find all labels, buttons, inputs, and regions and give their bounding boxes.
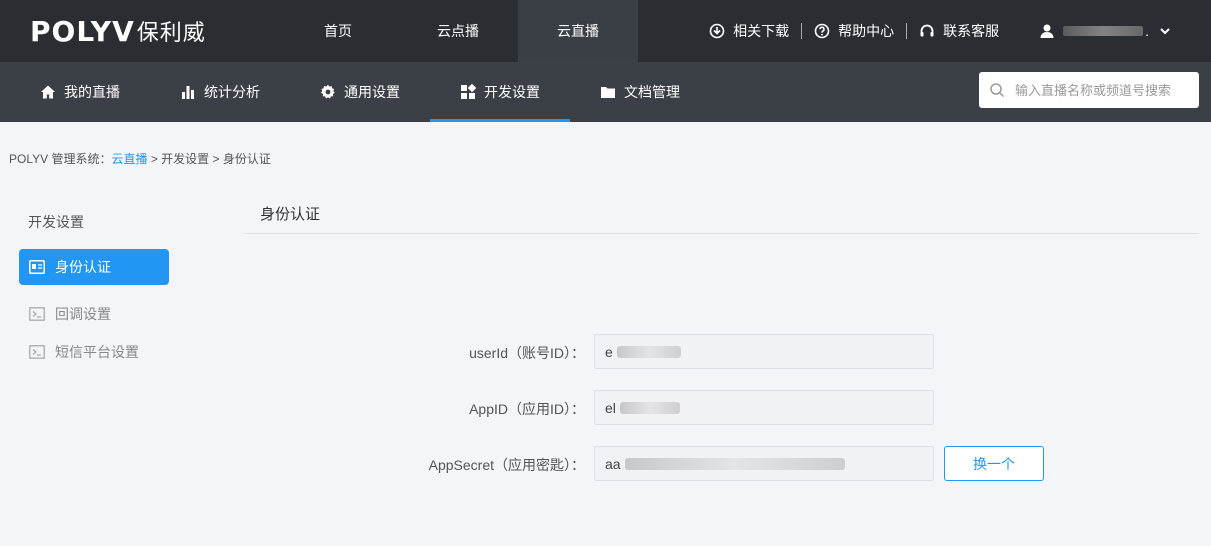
folder-icon xyxy=(601,87,615,98)
id-card-icon xyxy=(29,260,45,274)
userid-label: userId（账号ID）： xyxy=(469,345,585,361)
appid-label: AppID（应用ID）： xyxy=(469,401,585,417)
terminal-icon xyxy=(29,345,45,359)
search-icon[interactable] xyxy=(989,82,1005,98)
download-label: 相关下载 xyxy=(733,23,790,39)
breadcrumb-separator: > xyxy=(209,152,223,166)
regenerate-secret-button[interactable]: 换一个 xyxy=(944,446,1044,481)
headset-icon xyxy=(920,24,934,37)
grid-icon xyxy=(461,84,476,99)
top-nav: 首页 云点播 云直播 xyxy=(278,0,638,62)
breadcrumb-prefix: POLYV 管理系统： xyxy=(9,152,112,166)
search-box xyxy=(979,72,1199,108)
top-nav-home[interactable]: 首页 xyxy=(278,0,398,62)
sidebar-item-label: 回调设置 xyxy=(55,306,111,322)
redacted-value xyxy=(619,401,680,414)
sub-nav-label: 通用设置 xyxy=(344,84,400,100)
breadcrumb-current: 身份认证 xyxy=(222,152,271,166)
sub-nav-label: 开发设置 xyxy=(484,84,540,100)
help-icon xyxy=(814,23,830,39)
top-right-menu: 相关下载 帮助中心 联系客服 . xyxy=(697,0,1211,62)
logo-brand: POLYV xyxy=(30,14,135,48)
chevron-down-icon xyxy=(1160,28,1170,35)
logo-cn: 保利威 xyxy=(136,20,206,45)
appsecret-label: AppSecret（应用密匙）： xyxy=(428,457,585,473)
userid-value: e xyxy=(605,343,613,360)
sub-nav-my-live[interactable]: 我的直播 xyxy=(10,62,150,122)
username xyxy=(1063,26,1144,36)
breadcrumb-link-live[interactable]: 云直播 xyxy=(111,152,147,166)
userid-field[interactable]: e xyxy=(594,334,934,369)
appsecret-value: aa xyxy=(605,455,621,472)
logo[interactable]: POLYV 保利威 xyxy=(30,14,206,48)
page-title: 身份认证 xyxy=(260,206,321,223)
sub-nav-label: 文档管理 xyxy=(624,84,680,100)
appid-value: el xyxy=(605,399,616,416)
sidebar-item-sms[interactable]: 短信平台设置 xyxy=(19,334,169,370)
sub-nav-label: 我的直播 xyxy=(64,84,120,100)
appid-field[interactable]: el xyxy=(594,390,934,425)
redacted-value xyxy=(624,457,845,470)
help-link[interactable]: 帮助中心 xyxy=(802,21,906,41)
sub-nav-general-settings[interactable]: 通用设置 xyxy=(290,62,430,122)
breadcrumb-dev-settings: 开发设置 xyxy=(161,152,210,166)
home-icon xyxy=(41,85,55,99)
appsecret-field[interactable]: aa xyxy=(594,446,934,481)
help-label: 帮助中心 xyxy=(838,23,895,39)
support-link[interactable]: 联系客服 xyxy=(907,21,1011,41)
redacted-value xyxy=(616,345,681,358)
sidebar-item-identity[interactable]: 身份认证 xyxy=(19,249,169,285)
user-menu[interactable]: . xyxy=(1011,23,1211,39)
top-nav-live[interactable]: 云直播 xyxy=(518,0,638,62)
sub-nav-label: 统计分析 xyxy=(204,84,260,100)
terminal-icon xyxy=(29,307,45,321)
username-suffix: . xyxy=(1145,23,1149,39)
download-icon xyxy=(709,23,725,39)
download-link[interactable]: 相关下载 xyxy=(697,21,801,41)
sidebar-title: 开发设置 xyxy=(28,214,84,230)
top-nav-vod[interactable]: 云点播 xyxy=(398,0,518,62)
sidebar-item-label: 身份认证 xyxy=(55,259,111,275)
user-icon xyxy=(1040,24,1054,38)
bar-chart-icon xyxy=(182,86,194,99)
breadcrumb-separator: > xyxy=(147,152,162,166)
sub-nav-dev-settings[interactable]: 开发设置 xyxy=(430,62,570,122)
sidebar-item-label: 短信平台设置 xyxy=(55,344,139,360)
sidebar-item-callback[interactable]: 回调设置 xyxy=(19,296,169,332)
gear-icon xyxy=(320,84,335,99)
title-divider xyxy=(243,233,1199,234)
breadcrumb: POLYV 管理系统：云直播 > 开发设置 > 身份认证 xyxy=(9,150,271,167)
top-bar: POLYV 保利威 首页 云点播 云直播 相关下载 帮助中心 联系客服 . xyxy=(0,0,1211,62)
support-label: 联系客服 xyxy=(943,23,1000,39)
sub-nav-docs[interactable]: 文档管理 xyxy=(570,62,710,122)
sub-nav-stats[interactable]: 统计分析 xyxy=(150,62,290,122)
sub-nav: 我的直播 统计分析 通用设置 开发设置 文档管理 xyxy=(10,62,710,122)
search-input[interactable] xyxy=(1015,82,1190,98)
